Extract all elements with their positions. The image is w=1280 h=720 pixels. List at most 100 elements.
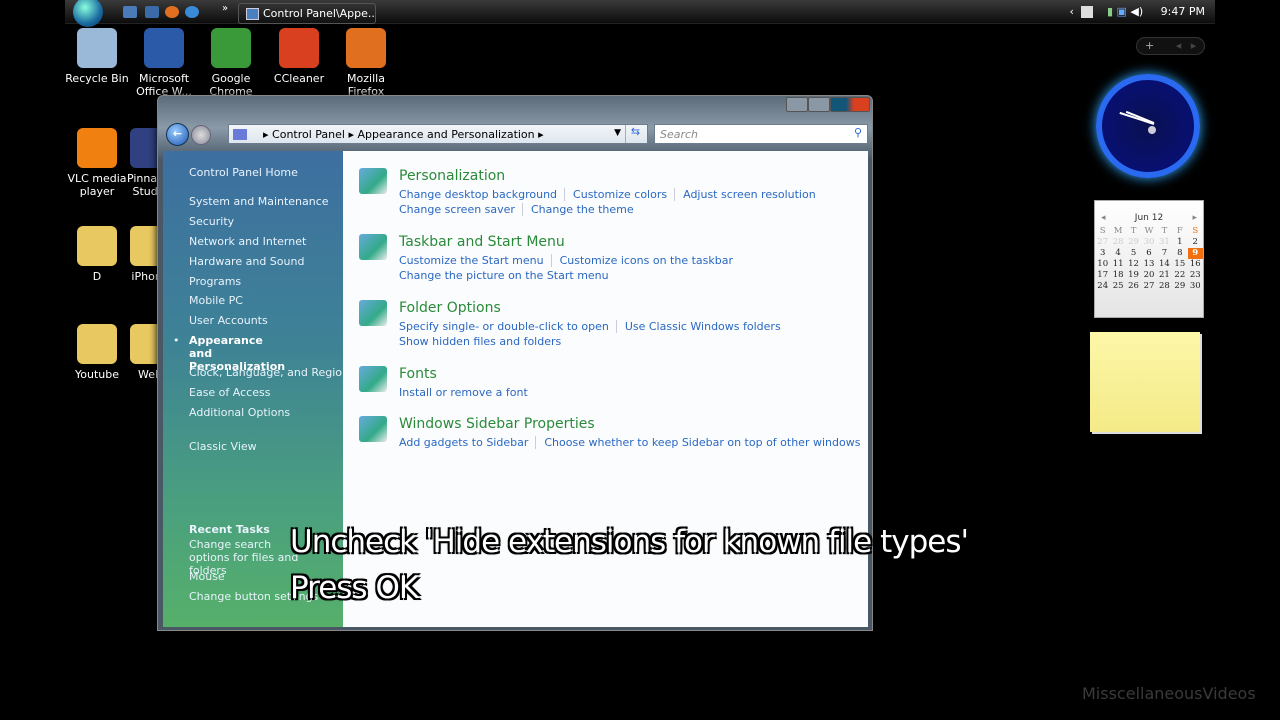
task-link[interactable]: Customize icons on the taskbar [550, 254, 734, 267]
calendar-day[interactable]: 7 [1157, 248, 1172, 259]
prev-icon[interactable]: ◂ [1176, 39, 1182, 52]
network-icon[interactable]: ▣ [1117, 5, 1127, 18]
refresh-icon[interactable]: ⇆ [625, 125, 645, 143]
calendar-day[interactable]: 30 [1188, 281, 1203, 292]
calendar-day[interactable]: 21 [1157, 270, 1172, 281]
sidebar-item[interactable]: Mobile PC [189, 294, 243, 307]
add-gadget-icon[interactable]: + [1145, 39, 1154, 52]
task-link[interactable]: Use Classic Windows folders [615, 320, 781, 333]
clock[interactable]: 9:47 PM [1161, 5, 1205, 18]
calendar-day[interactable]: 17 [1095, 270, 1110, 281]
task-link[interactable]: Specify single- or double-click to open [399, 320, 609, 333]
sticky-note-gadget[interactable] [1090, 332, 1200, 432]
classic-view-link[interactable]: Classic View [189, 440, 257, 453]
show-desktop-icon[interactable] [123, 6, 137, 18]
tray-app-icon[interactable] [1081, 6, 1094, 18]
category-title[interactable]: Windows Sidebar Properties [399, 416, 860, 432]
calendar-day[interactable]: 8 [1172, 248, 1187, 259]
address-bar[interactable]: ▸ Control Panel ▸ Appearance and Persona… [228, 124, 648, 144]
sidebar-item[interactable]: Hardware and Sound [189, 255, 304, 268]
task-link[interactable]: Change the theme [521, 203, 634, 216]
calendar-day[interactable]: 25 [1110, 281, 1125, 292]
calendar-day[interactable]: 2 [1188, 237, 1203, 248]
search-icon[interactable]: ⚲ [854, 126, 862, 139]
task-link[interactable]: Change the picture on the Start menu [399, 269, 609, 282]
calendar-day[interactable]: 12 [1126, 259, 1141, 270]
task-link[interactable]: Choose whether to keep Sidebar on top of… [535, 436, 861, 449]
category-title[interactable]: Taskbar and Start Menu [399, 234, 733, 250]
next-icon[interactable]: ▸ [1191, 39, 1197, 52]
category-title[interactable]: Folder Options [399, 300, 781, 316]
tray-chevron-icon[interactable]: ‹ [1070, 5, 1074, 18]
calendar-day[interactable]: 1 [1172, 237, 1187, 248]
sidebar-item[interactable]: Clock, Language, and Region [189, 366, 349, 379]
sidebar-item[interactable]: System and Maintenance [189, 195, 329, 208]
calendar-day[interactable]: 16 [1188, 259, 1203, 270]
calendar-day[interactable]: 4 [1110, 248, 1125, 259]
calendar-day[interactable]: 11 [1110, 259, 1125, 270]
task-link[interactable]: Change screen saver [399, 203, 515, 216]
quicklaunch-overflow[interactable]: » [222, 3, 228, 14]
task-link[interactable]: Customize colors [564, 188, 668, 201]
calendar-day[interactable]: 3 [1095, 248, 1110, 259]
sidebar-home-link[interactable]: Control Panel Home [189, 166, 298, 179]
task-link[interactable]: Adjust screen resolution [674, 188, 816, 201]
calendar-day[interactable]: 18 [1110, 270, 1125, 281]
back-button[interactable]: ← [166, 123, 189, 146]
sidebar-item[interactable]: Security [189, 215, 234, 228]
close-button[interactable] [830, 97, 870, 112]
desktop-icon[interactable]: Mozilla Firefox [331, 28, 401, 98]
calendar-day[interactable]: 20 [1141, 270, 1156, 281]
calendar-day[interactable]: 10 [1095, 259, 1110, 270]
prev-month-icon[interactable]: ◂ [1101, 213, 1106, 223]
switch-windows-icon[interactable] [145, 6, 159, 18]
maximize-button[interactable] [808, 97, 830, 112]
search-input[interactable]: Search ⚲ [654, 124, 868, 144]
calendar-day[interactable]: 19 [1126, 270, 1141, 281]
desktop-icon[interactable]: Recycle Bin [62, 28, 132, 98]
power-icon[interactable]: ▮ [1107, 5, 1113, 18]
desktop-icon[interactable]: Google Chrome [196, 28, 266, 98]
task-link[interactable]: Customize the Start menu [399, 254, 544, 267]
task-link[interactable]: Change desktop background [399, 188, 557, 201]
calendar-day[interactable]: 22 [1172, 270, 1187, 281]
calendar-day[interactable]: 28 [1157, 281, 1172, 292]
forward-button[interactable] [191, 125, 211, 145]
calendar-day[interactable]: 9 [1187, 248, 1203, 259]
calendar-gadget[interactable]: ◂ Jun 12 ▸ S M T W T F S 27 28 29 30 31 1 2 3 4 5 6 7 8 9 10 11 1… [1094, 200, 1204, 318]
calendar-day[interactable]: 30 [1141, 237, 1156, 248]
breadcrumb-control-panel[interactable]: Control Panel [272, 128, 345, 141]
clock-gadget[interactable] [1096, 74, 1200, 178]
taskbar-button-control-panel[interactable]: Control Panel\Appe... [238, 3, 376, 24]
task-link[interactable]: Install or remove a font [399, 386, 528, 399]
category-title[interactable]: Fonts [399, 366, 528, 382]
category-title[interactable]: Personalization [399, 168, 816, 184]
desktop-icon[interactable]: Microsoft Office W... [129, 28, 199, 98]
calendar-day[interactable]: 29 [1172, 281, 1187, 292]
address-dropdown-icon[interactable]: ▼ [614, 128, 621, 138]
calendar-day[interactable]: 15 [1172, 259, 1187, 270]
ie-icon[interactable] [185, 6, 199, 18]
recent-task-link[interactable]: Mouse [189, 570, 225, 583]
calendar-day[interactable]: 5 [1126, 248, 1141, 259]
desktop-icon[interactable]: CCleaner [264, 28, 334, 98]
next-month-icon[interactable]: ▸ [1192, 213, 1197, 223]
task-link[interactable]: Add gadgets to Sidebar [399, 436, 528, 449]
start-button[interactable] [73, 0, 103, 27]
volume-icon[interactable]: ◀) [1130, 5, 1143, 18]
calendar-day[interactable]: 6 [1141, 248, 1156, 259]
calendar-day[interactable]: 28 [1110, 237, 1125, 248]
sidebar-item[interactable]: Programs [189, 275, 241, 288]
calendar-day[interactable]: 24 [1095, 281, 1110, 292]
calendar-day[interactable]: 27 [1141, 281, 1156, 292]
calendar-day[interactable]: 14 [1157, 259, 1172, 270]
sidebar-item[interactable]: User Accounts [189, 314, 268, 327]
calendar-day[interactable]: 31 [1157, 237, 1172, 248]
sidebar-item[interactable]: Network and Internet [189, 235, 306, 248]
calendar-day[interactable]: 27 [1095, 237, 1110, 248]
calendar-day[interactable]: 13 [1141, 259, 1156, 270]
calendar-day[interactable]: 29 [1126, 237, 1141, 248]
task-link[interactable]: Show hidden files and folders [399, 335, 561, 348]
sidebar-item[interactable]: Ease of Access [189, 386, 270, 399]
firefox-icon[interactable] [165, 6, 179, 18]
